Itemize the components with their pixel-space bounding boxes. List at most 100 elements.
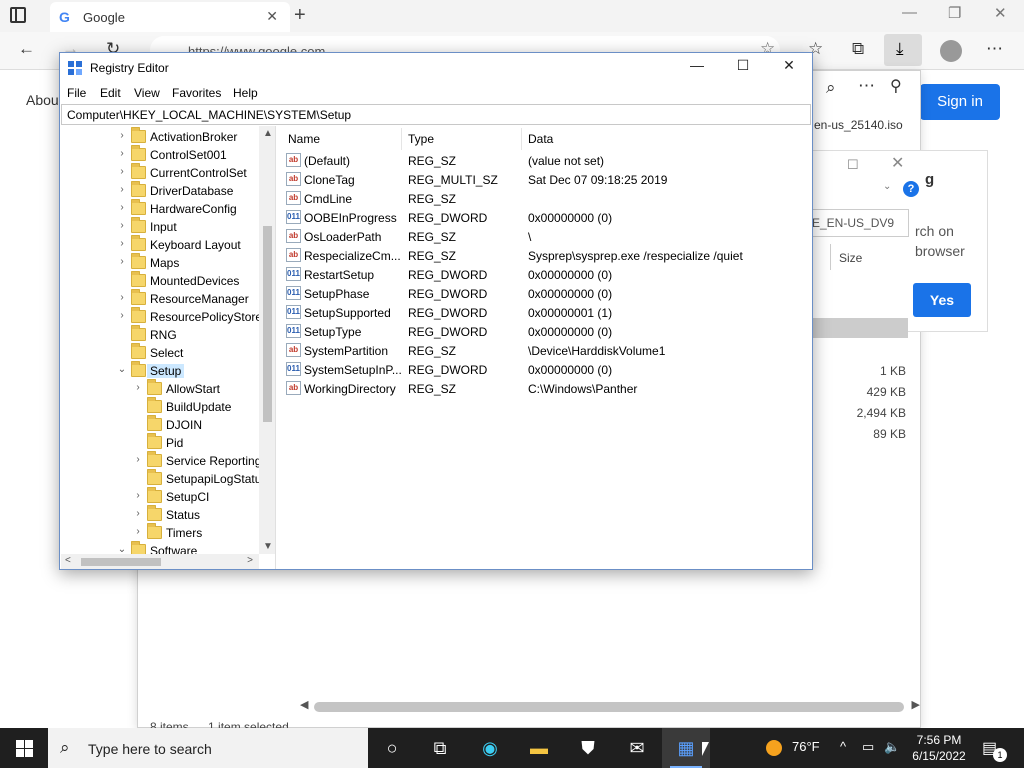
about-link[interactable]: About: [26, 92, 63, 108]
tree-item[interactable]: › Input: [61, 217, 259, 236]
tree-item[interactable]: › Status: [61, 505, 259, 524]
settings-more-icon[interactable]: ⋯: [986, 39, 1003, 59]
menu-edit[interactable]: Edit: [100, 86, 121, 100]
tree-hscroll-thumb[interactable]: [81, 558, 161, 566]
download-file-name[interactable]: en-us_25140.iso: [814, 118, 903, 132]
weather-widget[interactable]: 76°F: [766, 739, 820, 756]
tree-item[interactable]: DJOIN: [61, 415, 259, 434]
tree-item[interactable]: › ResourcePolicyStore: [61, 307, 262, 326]
expand-chevron-icon[interactable]: ›: [117, 166, 127, 177]
value-row[interactable]: 011 SetupType REG_DWORD 0x00000000 (0): [280, 322, 811, 341]
tab-google[interactable]: G Google ✕: [50, 2, 290, 32]
taskbar-search[interactable]: ⌕ Type here to search: [48, 728, 368, 768]
network-icon[interactable]: ▭: [862, 739, 874, 755]
value-row[interactable]: 011 SystemSetupInP... REG_DWORD 0x00000000 …: [280, 360, 811, 379]
tree-item[interactable]: › Maps: [61, 253, 259, 272]
expand-chevron-icon[interactable]: ›: [117, 292, 127, 303]
scroll-up-icon[interactable]: ▲: [263, 128, 273, 139]
column-data[interactable]: Data: [528, 132, 553, 146]
page-horizontal-scrollbar[interactable]: ◀ ▶: [300, 698, 920, 714]
expand-chevron-icon[interactable]: ›: [117, 130, 127, 141]
tree-item[interactable]: ⌄ Setup: [61, 361, 259, 380]
scroll-left-icon[interactable]: <: [65, 555, 71, 566]
expand-chevron-icon[interactable]: ›: [133, 382, 143, 393]
menu-favorites[interactable]: Favorites: [172, 86, 221, 100]
column-type[interactable]: Type: [408, 132, 434, 146]
tree-item[interactable]: BuildUpdate: [61, 397, 259, 416]
tree-item[interactable]: › HardwareConfig: [61, 199, 259, 218]
scroll-down-icon[interactable]: ▼: [263, 541, 273, 552]
profile-avatar[interactable]: [940, 40, 962, 62]
tree-item[interactable]: › SetupCI: [61, 487, 259, 506]
tree-item[interactable]: › DriverDatabase: [61, 181, 259, 200]
size-column-header[interactable]: Size: [830, 244, 910, 270]
tree-item[interactable]: › ResourceManager: [61, 289, 259, 308]
volume-icon[interactable]: 🔈: [884, 739, 900, 755]
scroll-left-icon[interactable]: ◀: [300, 698, 308, 711]
tree-item[interactable]: Select: [61, 343, 259, 362]
tree-item[interactable]: MountedDevices: [61, 271, 259, 290]
expand-chevron-icon[interactable]: ›: [117, 148, 127, 159]
browser-close-icon[interactable]: ✕: [994, 4, 1007, 22]
store-icon[interactable]: ⛊: [564, 728, 612, 768]
downloads-search-icon[interactable]: ⌕: [826, 78, 836, 98]
value-row[interactable]: ab OsLoaderPath REG_SZ \: [280, 227, 811, 246]
value-row[interactable]: 011 RestartSetup REG_DWORD 0x00000000 (0): [280, 265, 811, 284]
title-bar[interactable]: Registry Editor — ☐ ✕: [60, 53, 812, 83]
collections-icon[interactable]: ⧉: [852, 39, 864, 59]
expand-chevron-icon[interactable]: ›: [117, 202, 127, 213]
scroll-right-icon[interactable]: >: [247, 555, 253, 566]
mail-icon[interactable]: ✉: [613, 728, 661, 768]
tree-item[interactable]: › ActivationBroker: [61, 127, 259, 146]
expand-chevron-icon[interactable]: ›: [133, 508, 143, 519]
tab-close-icon[interactable]: ✕: [266, 8, 278, 25]
expand-chevron-icon[interactable]: ›: [133, 454, 143, 465]
value-row[interactable]: ab RespecializeCm... REG_SZ Sysprep\sysprep…: [280, 246, 811, 265]
maximize-icon[interactable]: ☐: [720, 57, 766, 79]
tab-actions-icon[interactable]: [10, 7, 26, 23]
value-row[interactable]: 011 SetupSupported REG_DWORD 0x00000001 (1): [280, 303, 811, 322]
taskbar-clock[interactable]: 7:56 PM 6/15/2022: [904, 732, 974, 764]
expand-chevron-icon[interactable]: ›: [133, 490, 143, 501]
value-row[interactable]: ab (Default) REG_SZ (value not set): [280, 151, 811, 170]
collapse-chevron-icon[interactable]: ⌄: [117, 364, 127, 375]
browser-minimize-icon[interactable]: —: [902, 4, 917, 21]
yes-button[interactable]: Yes: [913, 283, 971, 317]
value-row[interactable]: ab CmdLine REG_SZ: [280, 189, 811, 208]
tree-item[interactable]: › CurrentControlSet: [61, 163, 259, 182]
dialog-field[interactable]: E_EN-US_DV9: [807, 209, 909, 237]
tree-item[interactable]: › ControlSet001: [61, 145, 259, 164]
dialog-maximize-icon[interactable]: ☐: [847, 157, 859, 173]
close-icon[interactable]: ✕: [766, 57, 812, 79]
tree-item[interactable]: › Service Reporting: [61, 451, 261, 470]
back-icon[interactable]: ←: [18, 39, 35, 59]
menu-help[interactable]: Help: [233, 86, 258, 100]
value-row[interactable]: ab CloneTag REG_MULTI_SZ Sat Dec 07 09:18:2…: [280, 170, 811, 189]
help-icon[interactable]: ?: [903, 181, 919, 197]
expand-chevron-icon[interactable]: ›: [117, 238, 127, 249]
dialog-close-icon[interactable]: ✕: [891, 153, 904, 173]
tree-item[interactable]: › AllowStart: [61, 379, 259, 398]
tree-scroll-thumb[interactable]: [263, 226, 272, 422]
downloads-button[interactable]: ⤓: [884, 34, 922, 66]
expand-chevron-icon[interactable]: ›: [117, 184, 127, 195]
menu-file[interactable]: File: [67, 86, 86, 100]
tree-vertical-scrollbar[interactable]: ▲ ▼: [259, 126, 275, 554]
windows-start-icon[interactable]: [16, 740, 33, 757]
tree-item[interactable]: › Timers: [61, 523, 259, 542]
address-path[interactable]: Computer\HKEY_LOCAL_MACHINE\SYSTEM\Setup: [61, 104, 811, 125]
sign-in-button[interactable]: Sign in: [920, 84, 1000, 120]
new-tab-icon[interactable]: +: [294, 4, 306, 27]
browser-restore-icon[interactable]: ❐: [948, 4, 961, 22]
menu-view[interactable]: View: [134, 86, 160, 100]
cortana-icon[interactable]: ○: [368, 728, 416, 768]
value-row[interactable]: 011 OOBEInProgress REG_DWORD 0x00000000 (0): [280, 208, 811, 227]
task-view-icon[interactable]: ⧉: [416, 728, 464, 768]
edge-icon[interactable]: ◉: [466, 728, 514, 768]
expand-chevron-icon[interactable]: ›: [117, 256, 127, 267]
value-row[interactable]: ab SystemPartition REG_SZ \Device\HarddiskV…: [280, 341, 811, 360]
expand-chevron-icon[interactable]: ›: [133, 526, 143, 537]
tree-item[interactable]: RNG: [61, 325, 259, 344]
tree-item[interactable]: › Keyboard Layout: [61, 235, 259, 254]
scroll-right-icon[interactable]: ▶: [912, 698, 920, 711]
